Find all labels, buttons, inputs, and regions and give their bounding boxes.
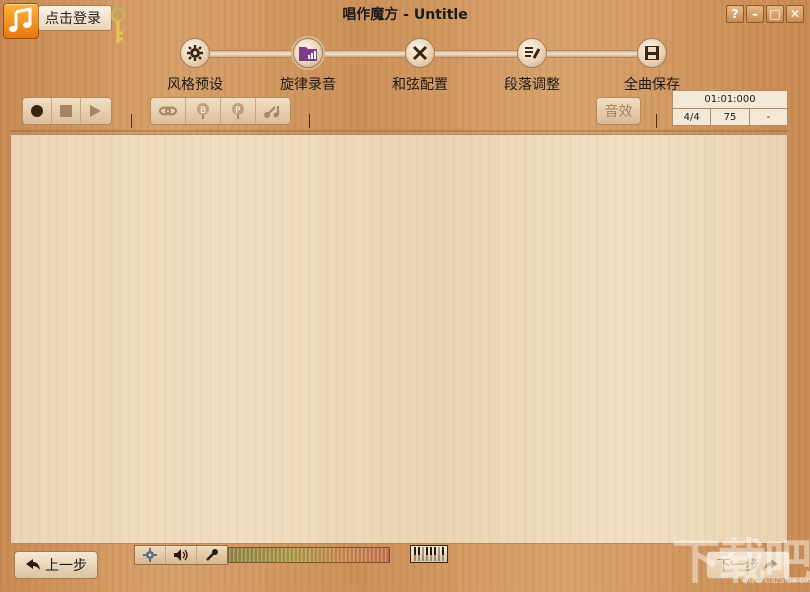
save-icon [637, 38, 667, 68]
window-title: 唱作魔方 - Untitle [342, 7, 468, 23]
key-display[interactable]: - [750, 109, 787, 126]
close-button[interactable]: ✕ [786, 5, 804, 23]
song-info-panel: 01:01:000 4/4 75 - [672, 90, 788, 126]
tools-icon [405, 38, 435, 68]
link-button[interactable] [151, 98, 186, 124]
time-display: 01:01:000 [673, 91, 787, 109]
site-watermark-url: www.xiazaiba.com [742, 576, 810, 585]
audio-tools [134, 545, 228, 565]
speaker-icon [174, 549, 188, 561]
step-melody-record[interactable]: 旋律录音 [258, 38, 358, 94]
minimize-button[interactable]: – [746, 5, 764, 23]
toolbar-divider [656, 114, 657, 128]
edit-list-icon [517, 38, 547, 68]
minimize-icon: – [752, 7, 758, 21]
folder-chart-icon [293, 38, 323, 68]
step-label: 段落调整 [504, 77, 560, 93]
settings-icon [143, 548, 157, 562]
window-controls: ? – □ ✕ [726, 5, 804, 23]
back-arrow-icon [26, 559, 40, 570]
stop-icon [60, 105, 72, 117]
play-button[interactable] [81, 98, 109, 124]
step-label: 旋律录音 [280, 77, 336, 93]
effects-label: 音效 [604, 104, 633, 120]
input-level-meter [228, 547, 390, 563]
help-button[interactable]: ? [726, 5, 744, 23]
link-icon [159, 106, 177, 116]
step-style-preset[interactable]: 风格预设 [145, 38, 245, 94]
p-marker-button[interactable]: P [221, 98, 256, 124]
help-icon: ? [731, 7, 739, 21]
microphone-button[interactable] [197, 546, 227, 564]
notes-button[interactable] [256, 98, 290, 124]
record-button[interactable] [23, 98, 52, 124]
melody-editor-canvas[interactable] [10, 134, 788, 544]
svg-text:B: B [200, 106, 206, 116]
tempo-display[interactable]: 75 [711, 109, 750, 126]
p-marker-icon: P [232, 103, 244, 119]
toolbar-divider [309, 114, 310, 128]
gear-icon [180, 38, 210, 68]
meter-display[interactable]: 4/4 [673, 109, 712, 126]
microphone-icon [206, 549, 218, 561]
maximize-icon: □ [769, 7, 781, 21]
maximize-button[interactable]: □ [766, 5, 784, 23]
step-section-adjust[interactable]: 段落调整 [482, 38, 582, 94]
toolbar-separator [10, 130, 788, 132]
canvas-texture [11, 135, 787, 543]
record-icon [31, 105, 43, 117]
transport-controls [22, 97, 112, 125]
step-label: 和弦配置 [392, 77, 448, 93]
piano-icon [414, 547, 444, 561]
play-icon [90, 105, 101, 117]
stop-button[interactable] [52, 98, 81, 124]
b-marker-icon: B [197, 103, 209, 119]
audio-settings-button[interactable] [135, 546, 166, 564]
step-chord-config[interactable]: 和弦配置 [370, 38, 470, 94]
piano-keyboard-button[interactable] [410, 545, 448, 563]
close-icon: ✕ [789, 7, 801, 21]
notes-icon [264, 106, 279, 118]
edit-tools: B P [150, 97, 291, 125]
sound-effects-button[interactable]: 音效 [596, 97, 641, 125]
level-meter-fill [229, 548, 389, 562]
svg-text:P: P [235, 106, 241, 116]
toolbar-divider [131, 114, 132, 128]
previous-step-label: 上一步 [45, 558, 87, 574]
step-label: 风格预设 [167, 77, 223, 93]
previous-step-button[interactable]: 上一步 [14, 551, 98, 579]
step-save-song[interactable]: 全曲保存 [602, 38, 702, 94]
volume-button[interactable] [166, 546, 197, 564]
b-marker-button[interactable]: B [186, 98, 221, 124]
